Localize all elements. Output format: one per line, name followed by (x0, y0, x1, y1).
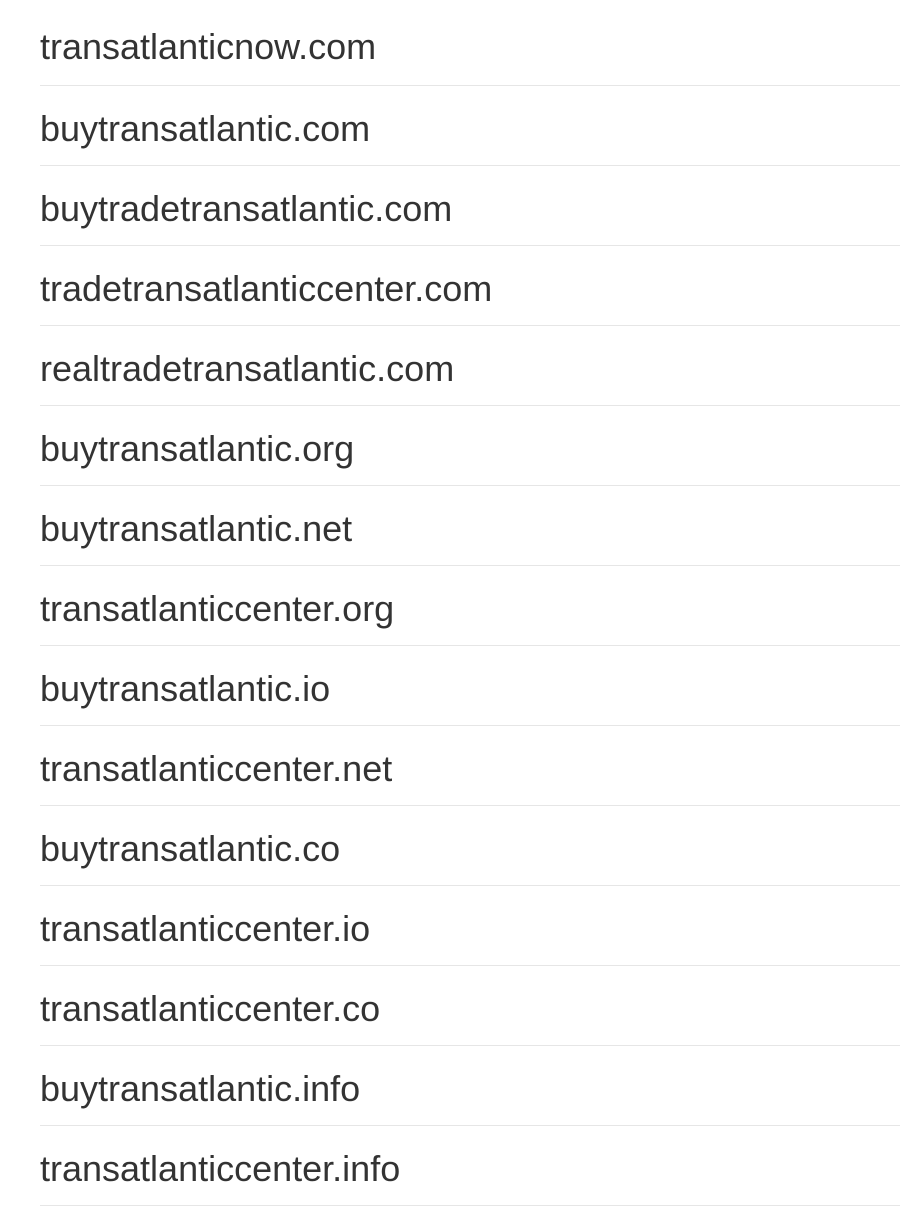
domain-list-item[interactable]: realtradetransatlantic.com (40, 326, 900, 406)
domain-name: realtradetransatlantic.com (40, 347, 455, 389)
domain-list-item[interactable]: buytransatlantic.org (40, 406, 900, 486)
domain-name: buytransatlantic.co (40, 827, 341, 869)
domain-list-item[interactable]: transatlanticcenter.io (40, 886, 900, 966)
domain-list-item[interactable]: transatlanticnow.com (40, 0, 900, 86)
domain-name: transatlanticcenter.io (40, 907, 371, 949)
domain-name: buytransatlantic.info (40, 1067, 361, 1109)
domain-name: buytransatlantic.io (40, 667, 331, 709)
domain-name: buytransatlantic.com (40, 107, 371, 149)
domain-name: transatlanticcenter.net (40, 747, 393, 789)
domain-name: buytransatlantic.net (40, 507, 353, 549)
domain-list-item[interactable]: buytransatlantic.com (40, 86, 900, 166)
domain-list-item[interactable]: transatlanticcenter.net (40, 726, 900, 806)
domain-list-item[interactable]: tradetransatlanticcenter.com (40, 246, 900, 326)
domain-name: transatlanticnow.com (40, 25, 377, 67)
domain-list-item[interactable]: buytransatlantic.co (40, 806, 900, 886)
domain-name: buytradetransatlantic.com (40, 187, 453, 229)
domain-list-item[interactable]: buytransatlantic.info (40, 1046, 900, 1126)
domain-name: tradetransatlanticcenter.com (40, 267, 493, 309)
domain-name: transatlanticcenter.org (40, 587, 395, 629)
domain-list-item[interactable]: transatlanticcenter.org (40, 566, 900, 646)
domain-name: transatlanticcenter.info (40, 1147, 401, 1189)
domain-list-item[interactable]: buytransatlantic.net (40, 486, 900, 566)
domain-list-item[interactable]: buytransatlantic.io (40, 646, 900, 726)
domain-list-item[interactable]: transatlanticcenter.info (40, 1126, 900, 1206)
domain-list-item[interactable]: transatlanticcenter.co (40, 966, 900, 1046)
domain-list-item[interactable]: buytradetransatlantic.com (40, 166, 900, 246)
domain-name: buytransatlantic.org (40, 427, 355, 469)
domain-name: transatlanticcenter.co (40, 987, 381, 1029)
domain-list: transatlanticnow.com buytransatlantic.co… (0, 0, 900, 1206)
